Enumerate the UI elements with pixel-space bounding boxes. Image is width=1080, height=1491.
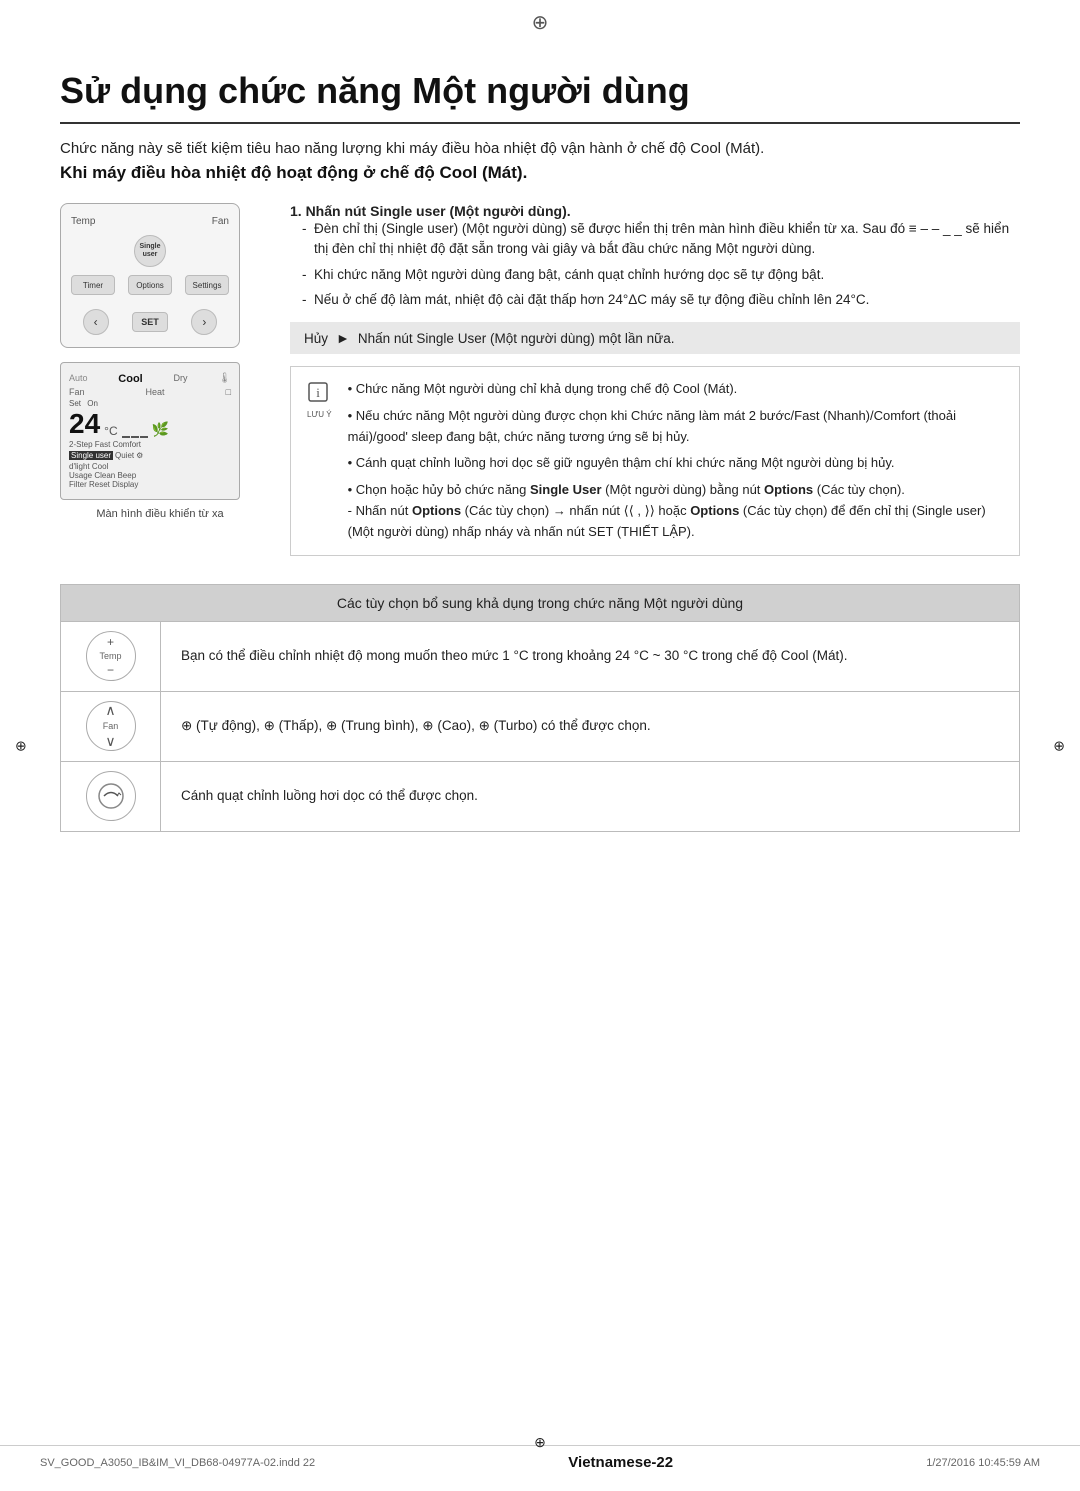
lcd-set-row: Set On	[69, 399, 231, 408]
left-column: Temp Fan Single user Timer Options	[60, 203, 260, 556]
subtitle2: Khi máy điều hòa nhiệt độ hoạt động ở ch…	[60, 163, 1020, 183]
airflow-text: Cánh quạt chỉnh luồng hơi dọc có thể đượ…	[161, 762, 1019, 831]
lcd-auto: Auto	[69, 373, 88, 385]
remote-mid-row: Timer Options Settings	[71, 275, 229, 295]
subtitle: Chức năng này sẽ tiết kiệm tiêu hao năng…	[60, 140, 1020, 157]
fan-icon: ∧ Fan ∨	[86, 701, 136, 751]
temp-text: Bạn có thể điều chỉnh nhiệt độ mong muốn…	[161, 622, 1019, 691]
cancel-label: Hủy	[304, 331, 328, 346]
lcd-fan: Fan	[69, 387, 85, 397]
lcd-usage-row: Usage Clean Beep	[69, 471, 231, 480]
lcd-step-row: 2-Step Fast Comfort	[69, 440, 231, 449]
lcd-temp-row: 24 °C 🌿	[69, 410, 231, 438]
svg-text:i: i	[316, 385, 320, 400]
footer-right: 1/27/2016 10:45:59 AM	[926, 1457, 1040, 1469]
step-list: 1. Nhấn nút Single user (Một người dùng)…	[290, 203, 1020, 310]
compass-top-icon: ⊕	[532, 10, 549, 35]
lcd-cool: Cool	[118, 373, 142, 385]
lcd-single-user: Single user	[69, 451, 113, 460]
options-row-temp: + Temp − Bạn có thể điều chỉnh nhiệt độ …	[61, 621, 1019, 691]
main-content: Temp Fan Single user Timer Options	[60, 203, 1020, 556]
cancel-arrow: ►	[336, 330, 350, 346]
right-arrow-button[interactable]: ›	[191, 309, 217, 335]
remote-row-single: Single user	[71, 235, 229, 267]
lcd-line-1	[122, 436, 130, 438]
lcd-heat: Heat	[146, 387, 165, 397]
fan-icon-cell: ∧ Fan ∨	[61, 692, 161, 761]
lcd-quiet: Quiet	[115, 451, 134, 460]
temp-label: Temp	[71, 216, 95, 227]
step-1-label: 1. Nhấn nút Single user (Một người dùng)…	[290, 203, 571, 219]
options-button[interactable]: Options	[128, 275, 172, 295]
footer-left: SV_GOOD_A3050_IB&IM_VI_DB68-04977A-02.in…	[40, 1457, 315, 1469]
note-icon: i LƯU Ý	[307, 379, 332, 419]
bullet-list: Đèn chỉ thị (Single user) (Một người dùn…	[290, 219, 1020, 310]
compass-right-icon: ⊕	[1053, 737, 1065, 754]
fan-text-content: ⊕ (Tự động), ⊕ (Thấp), ⊕ (Trung bình), ⊕…	[181, 715, 651, 737]
lcd-dlight-row: d'light Cool	[69, 462, 231, 471]
bullet-1: Đèn chỉ thị (Single user) (Một người dùn…	[302, 219, 1020, 260]
airflow-icon	[86, 771, 136, 821]
page-title: Sử dụng chức năng Một người dùng	[60, 70, 1020, 124]
fan-label: Fan	[212, 216, 229, 227]
step-1: 1. Nhấn nút Single user (Một người dùng)…	[290, 203, 1020, 310]
compass-bottom-icon: ⊕	[534, 1434, 546, 1451]
footer-center: Vietnamese-22	[568, 1454, 673, 1471]
fan-text: ⊕ (Tự động), ⊕ (Thấp), ⊕ (Trung bình), ⊕…	[161, 692, 1019, 761]
note-2: • Nếu chức năng Một người dùng được chọn…	[348, 406, 1003, 448]
lcd-temp-unit: °C	[104, 424, 117, 438]
timer-button[interactable]: Timer	[71, 275, 115, 295]
options-table: Các tùy chọn bổ sung khả dụng trong chức…	[60, 584, 1020, 832]
lcd-on-label: On	[87, 399, 98, 408]
options-row-airflow: Cánh quạt chỉnh luồng hơi dọc có thể đượ…	[61, 761, 1019, 831]
note-content: • Chức năng Một người dùng chỉ khả dụng …	[348, 379, 1003, 543]
left-arrow-button[interactable]: ‹	[83, 309, 109, 335]
lcd-filter-row: Filter Reset Display	[69, 480, 231, 489]
lcd-lines	[122, 436, 148, 438]
remote-bottom-row: ‹ SET ›	[71, 309, 229, 335]
lcd-mode-row: Auto Cool Dry 🌡	[69, 373, 231, 385]
lcd-line-3	[140, 436, 148, 438]
remote-caption: Màn hình điều khiển từ xa	[60, 508, 260, 520]
right-column: 1. Nhấn nút Single user (Một người dùng)…	[290, 203, 1020, 556]
lcd-line-2	[131, 436, 139, 438]
settings-button[interactable]: Settings	[185, 275, 229, 295]
lcd-set-label: Set	[69, 399, 81, 408]
compass-left-icon: ⊕	[15, 737, 27, 754]
single-user-button[interactable]: Single user	[134, 235, 166, 267]
lcd-temperature: 24	[69, 410, 100, 438]
options-header: Các tùy chọn bổ sung khả dụng trong chức…	[61, 585, 1019, 621]
set-button[interactable]: SET	[132, 312, 168, 332]
temp-icon-cell: + Temp −	[61, 622, 161, 691]
bullet-2: Khi chức năng Một người dùng đang bật, c…	[302, 265, 1020, 285]
bullet-3: Nếu ở chế độ làm mát, nhiệt độ cài đặt t…	[302, 290, 1020, 310]
note-1: • Chức năng Một người dùng chỉ khả dụng …	[348, 379, 1003, 400]
cancel-box: Hủy ► Nhấn nút Single User (Một người dù…	[290, 322, 1020, 354]
options-row-fan: ∧ Fan ∨ ⊕ (Tự động), ⊕ (Thấp), ⊕ (Trung …	[61, 691, 1019, 761]
lcd-dry: Dry	[174, 373, 188, 385]
lcd-leaf-icon: 🌿	[152, 421, 169, 438]
lcd-fan-heat-row: Fan Heat □	[69, 387, 231, 397]
remote-row-1: Temp Fan	[71, 216, 229, 227]
page-wrapper: ⊕ Sử dụng chức năng Một người dùng Chức …	[0, 0, 1080, 1491]
temp-icon: + Temp −	[86, 631, 136, 681]
lcd-display: Auto Cool Dry 🌡 Fan Heat □ Set On	[60, 362, 240, 500]
note-4: • Chọn hoặc hủy bỏ chức năng Single User…	[348, 480, 1003, 542]
remote-control-top: Temp Fan Single user Timer Options	[60, 203, 240, 348]
cancel-text: Nhấn nút Single User (Một người dùng) mộ…	[358, 331, 675, 346]
airflow-icon-cell	[61, 762, 161, 831]
note-box: i LƯU Ý • Chức năng Một người dùng chỉ k…	[290, 366, 1020, 556]
lcd-single-user-row: Single user Quiet ⚙	[69, 451, 231, 460]
note-3: • Cánh quạt chỉnh luồng hơi dọc sẽ giữ n…	[348, 453, 1003, 474]
